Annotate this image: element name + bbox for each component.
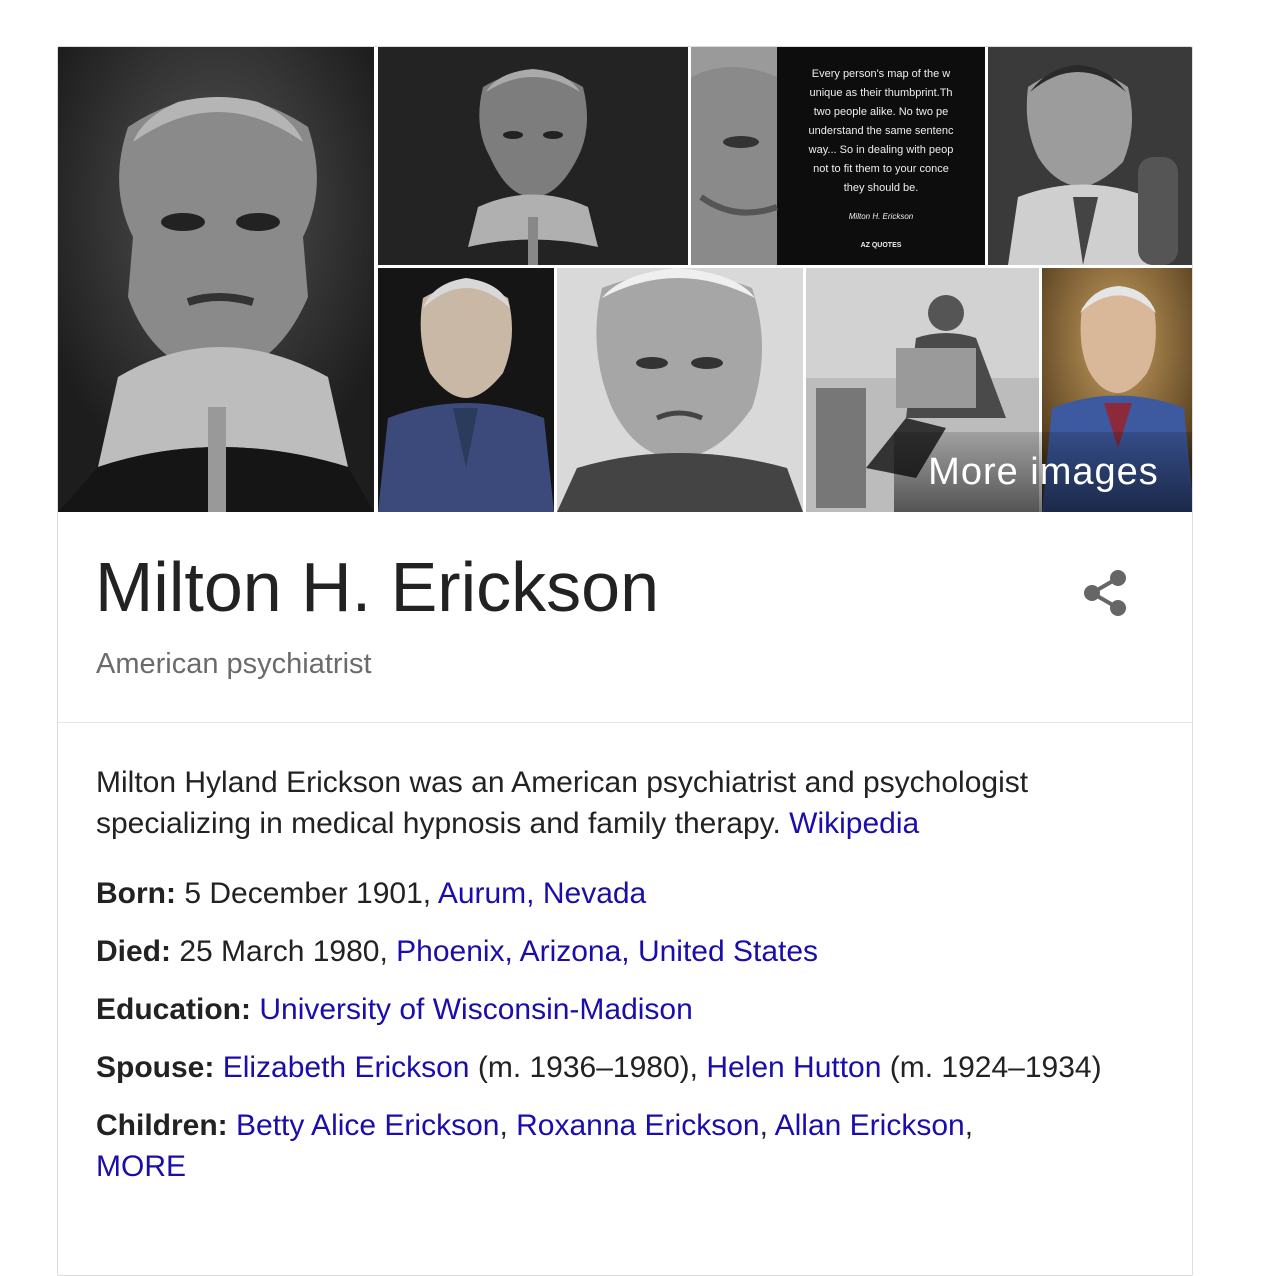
quote-image: Every person's map of the w unique as th… [691, 47, 985, 265]
quote-line: they should be. [844, 182, 919, 194]
child-link-2[interactable]: Roxanna Erickson [516, 1109, 759, 1142]
portrait-image [988, 47, 1192, 265]
education-link[interactable]: University of Wisconsin-Madison [259, 993, 692, 1026]
fact-label: Education: [96, 993, 251, 1026]
photo-closeup-portrait[interactable] [557, 268, 803, 512]
quote-line: Every person's map of the w [812, 68, 950, 80]
quote-line: two people alike. No two pe [814, 106, 949, 118]
facts-list: Born: 5 December 1901, Aurum, Nevada Die… [96, 873, 1146, 1204]
portrait-image [378, 268, 554, 512]
fact-value: (m. 1936–1980), [469, 1051, 707, 1084]
fact-value: (m. 1924–1934) [881, 1051, 1102, 1084]
fact-label: Died: [96, 935, 171, 968]
fact-value: 5 December 1901, [175, 877, 438, 910]
quote-line: unique as their thumbprint.Th [809, 87, 952, 99]
title-section: Milton H. Erickson American psychiatrist [58, 512, 1192, 723]
separator: , [964, 1109, 974, 1142]
fact-spouse: Spouse: Elizabeth Erickson (m. 1936–1980… [96, 1047, 1146, 1088]
quote-brand: AZ QUOTES [861, 242, 902, 249]
entity-description: Milton Hyland Erickson was an American p… [96, 762, 1156, 844]
fact-children: Children: Betty Alice Erickson, Roxanna … [96, 1105, 1146, 1187]
fact-label: Children: [96, 1109, 228, 1142]
photo-elderly-portrait[interactable] [378, 268, 554, 512]
quote-line: understand the same sentenc [809, 125, 954, 137]
birthplace-link[interactable]: Aurum, Nevada [438, 877, 646, 910]
wikipedia-link[interactable]: Wikipedia [789, 807, 919, 840]
children-more-link[interactable]: MORE [96, 1150, 186, 1183]
quote-signature: Milton H. Erickson [849, 212, 914, 221]
entity-subtitle: American psychiatrist [96, 648, 372, 680]
photo-portrait-hands[interactable] [378, 47, 688, 265]
fact-label: Born: [96, 877, 176, 910]
child-link-1[interactable]: Betty Alice Erickson [236, 1109, 499, 1142]
photo-quote-card[interactable]: Every person's map of the w unique as th… [691, 47, 985, 265]
portrait-image [557, 268, 803, 512]
portrait-image [378, 47, 688, 265]
separator: , [759, 1109, 775, 1142]
knowledge-panel: Every person's map of the w unique as th… [57, 46, 1193, 1276]
quote-line: not to fit them to your conce [813, 163, 949, 175]
spouse-link-1[interactable]: Elizabeth Erickson [223, 1051, 470, 1084]
fact-label: Spouse: [96, 1051, 215, 1084]
fact-value: 25 March 1980, [171, 935, 397, 968]
fact-born: Born: 5 December 1901, Aurum, Nevada [96, 873, 1146, 914]
share-icon[interactable] [1078, 566, 1132, 620]
portrait-image [58, 47, 374, 512]
spouse-link-2[interactable]: Helen Hutton [706, 1051, 881, 1084]
child-link-3[interactable]: Allan Erickson [775, 1109, 965, 1142]
photo-portrait-large[interactable] [58, 47, 374, 512]
entity-title: Milton H. Erickson [95, 548, 660, 626]
separator: , [499, 1109, 517, 1142]
fact-education: Education: University of Wisconsin-Madis… [96, 989, 1146, 1030]
more-images-button[interactable]: More images [894, 432, 1192, 512]
photo-portrait-profile[interactable] [988, 47, 1192, 265]
quote-line: way... So in dealing with peop [808, 144, 954, 156]
deathplace-link[interactable]: Phoenix, Arizona, United States [396, 935, 818, 968]
fact-died: Died: 25 March 1980, Phoenix, Arizona, U… [96, 931, 1146, 972]
